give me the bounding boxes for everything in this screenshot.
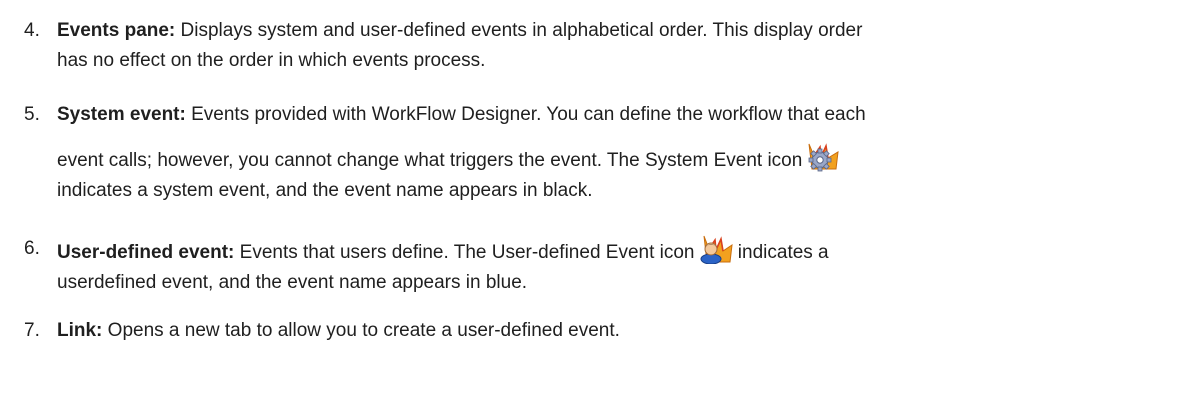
description-text: event calls; however, you cannot change … [57, 150, 803, 171]
description-text: indicates a [732, 242, 829, 263]
description-text: Displays system and user-defined events … [175, 20, 863, 41]
description-text: Events that users define. The User-defin… [234, 242, 695, 263]
text-line: System event: Events provided with WorkF… [57, 100, 1184, 130]
text-line: User-defined event: Events that users de… [57, 234, 1184, 268]
text-line: Events pane: Displays system and user-de… [57, 16, 1184, 46]
list-item-user-defined-event: 6. User-defined event: Events that users… [24, 234, 1184, 298]
list-item-body: User-defined event: Events that users de… [57, 234, 1184, 298]
text-line: event calls; however, you cannot change … [57, 142, 1184, 176]
list-item-events-pane: 4. Events pane: Displays system and user… [24, 16, 1184, 76]
text-line: indicates a system event, and the event … [57, 180, 593, 201]
list-item-body: Link: Opens a new tab to allow you to cr… [57, 316, 1184, 346]
term-label: Events pane: [57, 20, 176, 41]
document-page: 4. Events pane: Displays system and user… [0, 0, 1201, 406]
list-number: 4. [24, 20, 40, 41]
list-number: 6. [24, 238, 40, 259]
term-label: System event: [57, 104, 186, 125]
user-defined-event-icon [699, 234, 733, 264]
text-line: userdefined event, and the event name ap… [57, 272, 528, 293]
list-item-link: 7. Link: Opens a new tab to allow you to… [24, 316, 1184, 346]
list-number: 5. [24, 104, 40, 125]
list-item-body: Events pane: Displays system and user-de… [57, 16, 1184, 76]
system-event-icon [806, 142, 840, 172]
list-item-body: System event: Events provided with WorkF… [57, 100, 1184, 206]
term-label: User-defined event: [57, 242, 235, 263]
description-text: Events provided with WorkFlow Designer. … [185, 104, 866, 125]
term-label: Link: [57, 320, 103, 341]
list-number: 7. [24, 320, 40, 341]
text-line: Link: Opens a new tab to allow you to cr… [57, 316, 1184, 346]
list-item-system-event: 5. System event: Events provided with Wo… [24, 100, 1184, 206]
description-text: Opens a new tab to allow you to create a… [102, 320, 620, 341]
text-line: has no effect on the order in which even… [57, 50, 486, 71]
